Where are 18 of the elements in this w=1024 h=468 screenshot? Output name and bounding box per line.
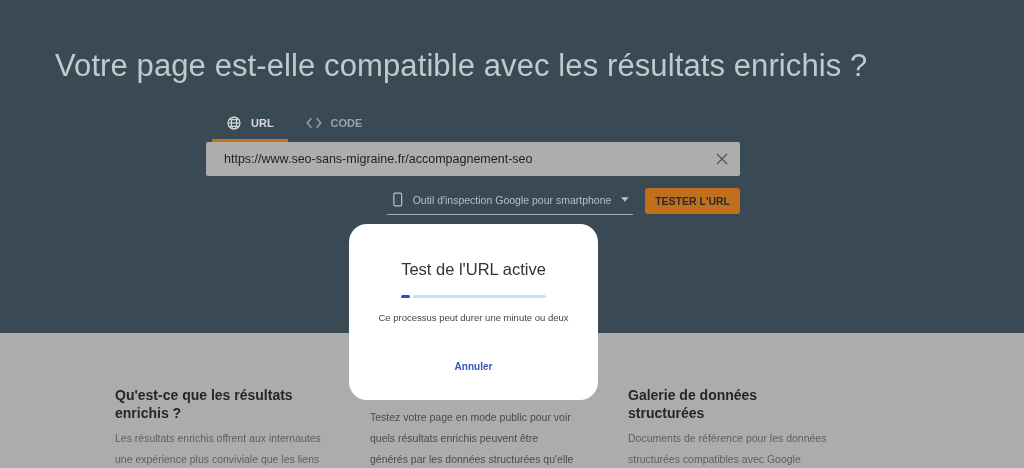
smartphone-icon — [393, 191, 403, 208]
section-text: Les résultats enrichis offrent aux internautes une expérience plus conviviale que les liens — [115, 431, 322, 467]
agent-dropdown[interactable]: Outil d'inspection Google pour smartphone — [387, 187, 634, 215]
url-field[interactable]: https://www.seo-sans-migraine.fr/accompagnement-seo — [206, 142, 740, 176]
globe-icon — [226, 115, 242, 131]
page-title: Votre page est-elle compatible avec les résultats enrichis ? — [55, 48, 869, 84]
section-heading: Galerie de données structurées — [628, 386, 759, 422]
dropdown-caret-icon — [621, 197, 630, 202]
dialog-message: Ce processus peut durer une minute ou deux — [378, 312, 569, 323]
clear-icon[interactable] — [716, 153, 728, 165]
cancel-button[interactable]: Annuler — [450, 359, 497, 374]
test-url-button[interactable]: TESTER L'URL — [645, 188, 740, 214]
code-icon — [305, 117, 322, 129]
section-text: Testez votre page en mode public pour voir quels résultats enrichis peuvent être générés par les données structurées qu'elle — [370, 410, 575, 467]
section-heading: Qu'est-ce que les résultats enrichis ? — [115, 386, 294, 422]
tab[interactable]: CODE — [291, 108, 377, 142]
dialog-title: Test de l'URL active — [401, 260, 546, 279]
section-text: Documents de référence pour les données structurées compatibles avec Google — [628, 431, 828, 467]
